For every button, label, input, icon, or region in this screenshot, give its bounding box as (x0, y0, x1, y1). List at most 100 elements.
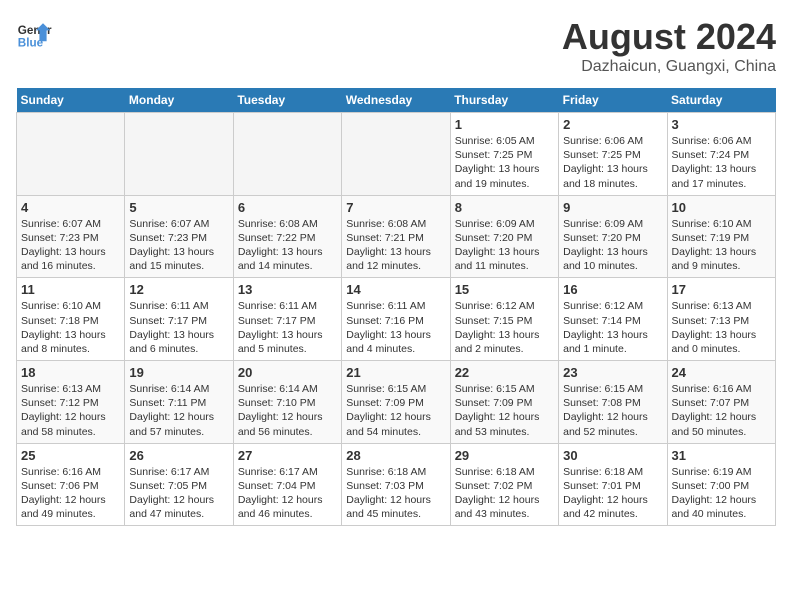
day-info: Sunrise: 6:08 AM Sunset: 7:21 PM Dayligh… (346, 217, 445, 274)
calendar-subtitle: Dazhaicun, Guangxi, China (562, 58, 776, 76)
day-info: Sunrise: 6:14 AM Sunset: 7:10 PM Dayligh… (238, 382, 337, 439)
day-info: Sunrise: 6:07 AM Sunset: 7:23 PM Dayligh… (21, 217, 120, 274)
day-number: 1 (455, 117, 554, 132)
day-info: Sunrise: 6:18 AM Sunset: 7:02 PM Dayligh… (455, 465, 554, 522)
day-cell: 27 Sunrise: 6:17 AM Sunset: 7:04 PM Dayli… (233, 443, 341, 526)
week-row-3: 11 Sunrise: 6:10 AM Sunset: 7:18 PM Dayli… (17, 278, 776, 361)
day-number: 28 (346, 448, 445, 463)
week-row-4: 18 Sunrise: 6:13 AM Sunset: 7:12 PM Dayli… (17, 361, 776, 444)
day-cell: 2 Sunrise: 6:06 AM Sunset: 7:25 PM Daylig… (559, 113, 667, 196)
day-number: 11 (21, 282, 120, 297)
day-cell: 11 Sunrise: 6:10 AM Sunset: 7:18 PM Dayli… (17, 278, 125, 361)
day-cell: 25 Sunrise: 6:16 AM Sunset: 7:06 PM Dayli… (17, 443, 125, 526)
day-number: 19 (129, 365, 228, 380)
day-number: 29 (455, 448, 554, 463)
day-info: Sunrise: 6:17 AM Sunset: 7:05 PM Dayligh… (129, 465, 228, 522)
day-number: 18 (21, 365, 120, 380)
day-info: Sunrise: 6:08 AM Sunset: 7:22 PM Dayligh… (238, 217, 337, 274)
day-cell: 7 Sunrise: 6:08 AM Sunset: 7:21 PM Daylig… (342, 195, 450, 278)
day-info: Sunrise: 6:12 AM Sunset: 7:14 PM Dayligh… (563, 299, 662, 356)
day-number: 12 (129, 282, 228, 297)
day-info: Sunrise: 6:13 AM Sunset: 7:13 PM Dayligh… (672, 299, 771, 356)
day-number: 25 (21, 448, 120, 463)
day-cell: 12Sunrise: 6:11 AM Sunset: 7:17 PM Dayli… (125, 278, 233, 361)
header: General Blue August 2024 Dazhaicun, Guan… (16, 16, 776, 76)
day-number: 23 (563, 365, 662, 380)
calendar-table: SundayMondayTuesdayWednesdayThursdayFrid… (16, 88, 776, 526)
day-number: 3 (672, 117, 771, 132)
day-info: Sunrise: 6:16 AM Sunset: 7:06 PM Dayligh… (21, 465, 120, 522)
header-row: SundayMondayTuesdayWednesdayThursdayFrid… (17, 88, 776, 113)
day-cell: 19 Sunrise: 6:14 AM Sunset: 7:11 PM Dayli… (125, 361, 233, 444)
logo-icon: General Blue (16, 16, 52, 52)
day-cell: 5Sunrise: 6:07 AM Sunset: 7:23 PM Daylig… (125, 195, 233, 278)
column-header-friday: Friday (559, 88, 667, 113)
column-header-sunday: Sunday (17, 88, 125, 113)
logo: General Blue (16, 16, 52, 52)
title-area: August 2024 Dazhaicun, Guangxi, China (562, 16, 776, 76)
day-cell: 18 Sunrise: 6:13 AM Sunset: 7:12 PM Dayli… (17, 361, 125, 444)
day-cell: 28Sunrise: 6:18 AM Sunset: 7:03 PM Dayli… (342, 443, 450, 526)
day-cell: 3 Sunrise: 6:06 AM Sunset: 7:24 PM Daylig… (667, 113, 775, 196)
day-number: 7 (346, 200, 445, 215)
day-info: Sunrise: 6:09 AM Sunset: 7:20 PM Dayligh… (563, 217, 662, 274)
day-cell: 20Sunrise: 6:14 AM Sunset: 7:10 PM Dayli… (233, 361, 341, 444)
day-cell: 16 Sunrise: 6:12 AM Sunset: 7:14 PM Dayli… (559, 278, 667, 361)
svg-text:General: General (18, 24, 52, 37)
day-number: 15 (455, 282, 554, 297)
day-cell: 13 Sunrise: 6:11 AM Sunset: 7:17 PM Dayli… (233, 278, 341, 361)
day-info: Sunrise: 6:16 AM Sunset: 7:07 PM Dayligh… (672, 382, 771, 439)
day-number: 4 (21, 200, 120, 215)
day-number: 14 (346, 282, 445, 297)
day-cell (125, 113, 233, 196)
week-row-2: 4 Sunrise: 6:07 AM Sunset: 7:23 PM Daylig… (17, 195, 776, 278)
day-cell: 9Sunrise: 6:09 AM Sunset: 7:20 PM Daylig… (559, 195, 667, 278)
day-number: 16 (563, 282, 662, 297)
day-info: Sunrise: 6:06 AM Sunset: 7:24 PM Dayligh… (672, 134, 771, 191)
day-number: 21 (346, 365, 445, 380)
day-cell (342, 113, 450, 196)
day-number: 13 (238, 282, 337, 297)
day-number: 24 (672, 365, 771, 380)
day-info: Sunrise: 6:12 AM Sunset: 7:15 PM Dayligh… (455, 299, 554, 356)
day-number: 27 (238, 448, 337, 463)
day-info: Sunrise: 6:05 AM Sunset: 7:25 PM Dayligh… (455, 134, 554, 191)
day-info: Sunrise: 6:15 AM Sunset: 7:08 PM Dayligh… (563, 382, 662, 439)
day-info: Sunrise: 6:17 AM Sunset: 7:04 PM Dayligh… (238, 465, 337, 522)
calendar-title: August 2024 (562, 16, 776, 58)
day-number: 2 (563, 117, 662, 132)
day-cell: 17 Sunrise: 6:13 AM Sunset: 7:13 PM Dayli… (667, 278, 775, 361)
day-cell: 1 Sunrise: 6:05 AM Sunset: 7:25 PM Daylig… (450, 113, 558, 196)
week-row-5: 25 Sunrise: 6:16 AM Sunset: 7:06 PM Dayli… (17, 443, 776, 526)
day-number: 8 (455, 200, 554, 215)
day-info: Sunrise: 6:13 AM Sunset: 7:12 PM Dayligh… (21, 382, 120, 439)
day-info: Sunrise: 6:15 AM Sunset: 7:09 PM Dayligh… (346, 382, 445, 439)
day-cell: 26Sunrise: 6:17 AM Sunset: 7:05 PM Dayli… (125, 443, 233, 526)
day-info: Sunrise: 6:06 AM Sunset: 7:25 PM Dayligh… (563, 134, 662, 191)
day-info: Sunrise: 6:10 AM Sunset: 7:18 PM Dayligh… (21, 299, 120, 356)
column-header-tuesday: Tuesday (233, 88, 341, 113)
day-cell: 24 Sunrise: 6:16 AM Sunset: 7:07 PM Dayli… (667, 361, 775, 444)
day-number: 22 (455, 365, 554, 380)
day-cell: 21 Sunrise: 6:15 AM Sunset: 7:09 PM Dayli… (342, 361, 450, 444)
day-cell: 4 Sunrise: 6:07 AM Sunset: 7:23 PM Daylig… (17, 195, 125, 278)
day-number: 17 (672, 282, 771, 297)
day-cell: 14 Sunrise: 6:11 AM Sunset: 7:16 PM Dayli… (342, 278, 450, 361)
day-number: 10 (672, 200, 771, 215)
day-cell: 29 Sunrise: 6:18 AM Sunset: 7:02 PM Dayli… (450, 443, 558, 526)
day-info: Sunrise: 6:18 AM Sunset: 7:01 PM Dayligh… (563, 465, 662, 522)
column-header-saturday: Saturday (667, 88, 775, 113)
day-cell: 6Sunrise: 6:08 AM Sunset: 7:22 PM Daylig… (233, 195, 341, 278)
day-number: 31 (672, 448, 771, 463)
day-info: Sunrise: 6:09 AM Sunset: 7:20 PM Dayligh… (455, 217, 554, 274)
column-header-monday: Monday (125, 88, 233, 113)
day-info: Sunrise: 6:14 AM Sunset: 7:11 PM Dayligh… (129, 382, 228, 439)
day-cell: 30Sunrise: 6:18 AM Sunset: 7:01 PM Dayli… (559, 443, 667, 526)
column-header-wednesday: Wednesday (342, 88, 450, 113)
day-info: Sunrise: 6:11 AM Sunset: 7:17 PM Dayligh… (238, 299, 337, 356)
day-info: Sunrise: 6:11 AM Sunset: 7:16 PM Dayligh… (346, 299, 445, 356)
day-cell (233, 113, 341, 196)
day-cell: 22 Sunrise: 6:15 AM Sunset: 7:09 PM Dayli… (450, 361, 558, 444)
day-info: Sunrise: 6:19 AM Sunset: 7:00 PM Dayligh… (672, 465, 771, 522)
day-info: Sunrise: 6:15 AM Sunset: 7:09 PM Dayligh… (455, 382, 554, 439)
